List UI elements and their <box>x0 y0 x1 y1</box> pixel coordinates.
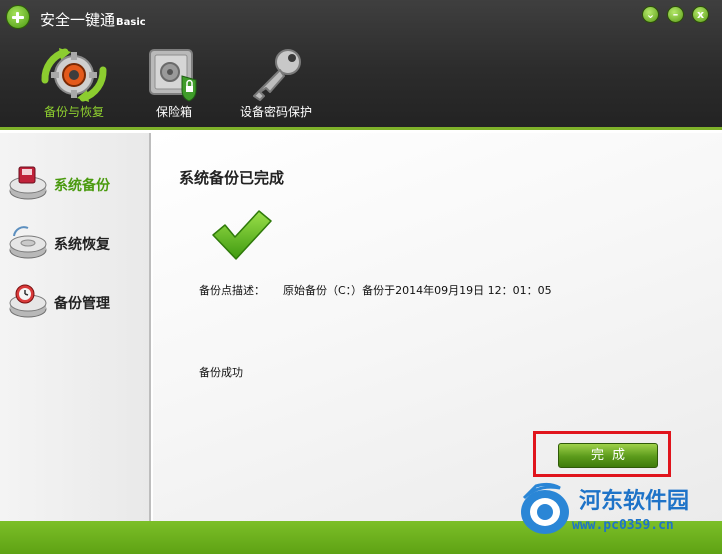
sidebar-item-backup-manage[interactable]: 备份管理 <box>6 279 146 323</box>
disk-restore-icon <box>9 226 47 259</box>
tab-safe-box-label: 保险箱 <box>155 105 192 119</box>
disk-backup-icon <box>9 166 47 200</box>
main-content: 系统备份已完成 备份点描述： 原始备份（C：）备份于2014年09月19日 12… <box>153 133 722 521</box>
watermark-logo-icon <box>521 482 569 534</box>
window-title-text: 安全一键通 <box>40 11 116 29</box>
sidebar-item-system-backup[interactable]: 系统备份 <box>6 161 146 205</box>
tab-device-password[interactable]: 设备密码保护 <box>232 40 320 128</box>
sidebar: 系统备份 系统恢复 备份管理 <box>0 133 151 521</box>
backup-result-text: 备份成功 <box>199 366 243 379</box>
minimize-window-button[interactable]: – <box>667 6 684 23</box>
close-window-button[interactable]: x <box>692 6 709 23</box>
sidebar-item-label: 系统恢复 <box>54 237 110 253</box>
tab-safe-box[interactable]: 保险箱 <box>140 40 208 128</box>
app-logo-icon <box>6 5 30 29</box>
checkmark-icon <box>212 210 272 260</box>
sidebar-item-label: 备份管理 <box>54 296 110 312</box>
tab-device-password-label: 设备密码保护 <box>239 105 312 119</box>
gear-refresh-icon <box>41 48 107 102</box>
tab-backup-restore-label: 备份与恢复 <box>43 105 104 119</box>
tab-backup-restore[interactable]: 备份与恢复 <box>30 40 118 128</box>
backup-description-label: 备份点描述： <box>199 284 265 297</box>
backup-description-value: 原始备份（C：）备份于2014年09月19日 12：01：05 <box>283 284 552 297</box>
watermark-title: 河东软件园 <box>579 489 690 514</box>
watermark-url: www.pc0359.cn <box>572 518 674 533</box>
window-title: 安全一键通Basic <box>40 9 146 30</box>
sidebar-item-label: 系统备份 <box>54 178 110 194</box>
page-title: 系统备份已完成 <box>179 169 285 187</box>
safe-icon <box>149 49 197 102</box>
dropdown-window-button[interactable]: ⌄ <box>642 6 659 23</box>
disk-manage-icon <box>9 284 47 318</box>
title-toolbar: 安全一键通Basic ⌄ – x 备份与恢复 保险箱 设备密码保护 <box>0 0 722 130</box>
window-title-suffix: Basic <box>116 17 146 28</box>
sidebar-item-system-restore[interactable]: 系统恢复 <box>6 220 146 264</box>
key-icon <box>253 49 301 101</box>
done-button[interactable]: 完成 <box>558 443 658 468</box>
